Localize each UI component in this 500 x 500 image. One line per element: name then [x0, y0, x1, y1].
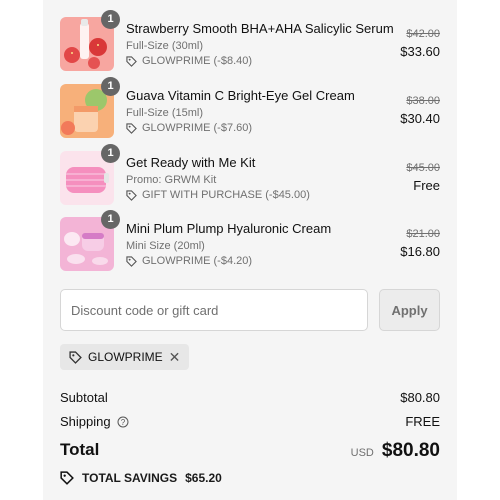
original-price: $21.00 [406, 228, 440, 240]
shipping-value: FREE [405, 414, 440, 429]
order-summary-panel: 1 Strawberry Smooth BHA+AHA Salicylic Se… [43, 0, 457, 500]
product-name: Mini Plum Plump Hyaluronic Cream [126, 221, 332, 236]
total-row: Total USD $80.80 [60, 440, 440, 464]
line-item: 1 Get Ready with Me Kit Promo: GRWM Kit … [60, 144, 440, 205]
promo-line: GIFT WITH PURCHASE (-$45.00) [126, 189, 310, 201]
svg-text:?: ? [120, 418, 125, 427]
subtotal-value: $80.80 [400, 390, 440, 405]
discounted-price: Free [413, 178, 440, 193]
currency-code: USD [350, 447, 374, 459]
tag-icon [126, 189, 137, 201]
promo-line: GLOWPRIME (-$8.40) [126, 55, 252, 67]
tag-icon [126, 255, 137, 267]
discount-code-input[interactable] [60, 289, 368, 331]
promo-text: GLOWPRIME (-$8.40) [142, 55, 253, 67]
promo-line: GLOWPRIME (-$7.60) [126, 122, 252, 134]
savings-label: TOTAL SAVINGS [82, 471, 178, 485]
applied-discount-tag: GLOWPRIME ✕ [60, 344, 190, 370]
remove-discount-icon[interactable]: ✕ [169, 349, 181, 366]
line-item: 1 Mini Plum Plump Hyaluronic Cream Mini … [60, 210, 440, 271]
promo-text: GIFT WITH PURCHASE (-$45.00) [142, 189, 310, 201]
subtotal-row: Subtotal $80.80 [60, 390, 440, 406]
total-label: Total [60, 440, 100, 459]
discount-row: Apply [60, 289, 440, 331]
original-price: $38.00 [406, 95, 440, 107]
quantity-badge: 1 [101, 210, 120, 229]
product-variant: Full-Size (15ml) [126, 107, 204, 119]
product-name: Guava Vitamin C Bright-Eye Gel Cream [126, 88, 355, 103]
shipping-row: Shipping ? FREE [60, 414, 440, 430]
promo-text: GLOWPRIME (-$4.20) [142, 255, 253, 267]
quantity-badge: 1 [101, 10, 120, 29]
line-item: 1 Guava Vitamin C Bright-Eye Gel Cream F… [60, 77, 440, 138]
product-variant: Mini Size (20ml) [126, 240, 205, 252]
shipping-label: Shipping [60, 414, 111, 429]
line-item: 1 Strawberry Smooth BHA+AHA Salicylic Se… [60, 10, 440, 71]
tag-icon [60, 471, 74, 485]
discounted-price: $33.60 [400, 44, 440, 59]
promo-line: GLOWPRIME (-$4.20) [126, 255, 252, 267]
product-name: Strawberry Smooth BHA+AHA Salicylic Seru… [126, 21, 394, 36]
subtotal-label: Subtotal [60, 390, 108, 405]
total-savings: TOTAL SAVINGS $65.20 [60, 471, 222, 485]
original-price: $45.00 [406, 162, 440, 174]
discounted-price: $16.80 [400, 244, 440, 259]
total-amount: $80.80 [381, 440, 440, 461]
tag-icon [126, 55, 137, 67]
product-variant: Promo: GRWM Kit [126, 174, 217, 186]
discounted-price: $30.40 [400, 111, 440, 126]
help-icon[interactable]: ? [117, 416, 129, 428]
original-price: $42.00 [406, 28, 440, 40]
total-value-group: USD $80.80 [351, 440, 440, 462]
tag-icon [69, 350, 82, 364]
promo-text: GLOWPRIME (-$7.60) [142, 122, 253, 134]
product-variant: Full-Size (30ml) [126, 40, 204, 52]
apply-button[interactable]: Apply [379, 289, 440, 331]
tag-icon [126, 122, 137, 134]
applied-code-text: GLOWPRIME [88, 350, 163, 364]
product-name: Get Ready with Me Kit [126, 155, 256, 170]
quantity-badge: 1 [101, 77, 120, 96]
savings-value: $65.20 [185, 471, 222, 485]
quantity-badge: 1 [101, 144, 120, 163]
